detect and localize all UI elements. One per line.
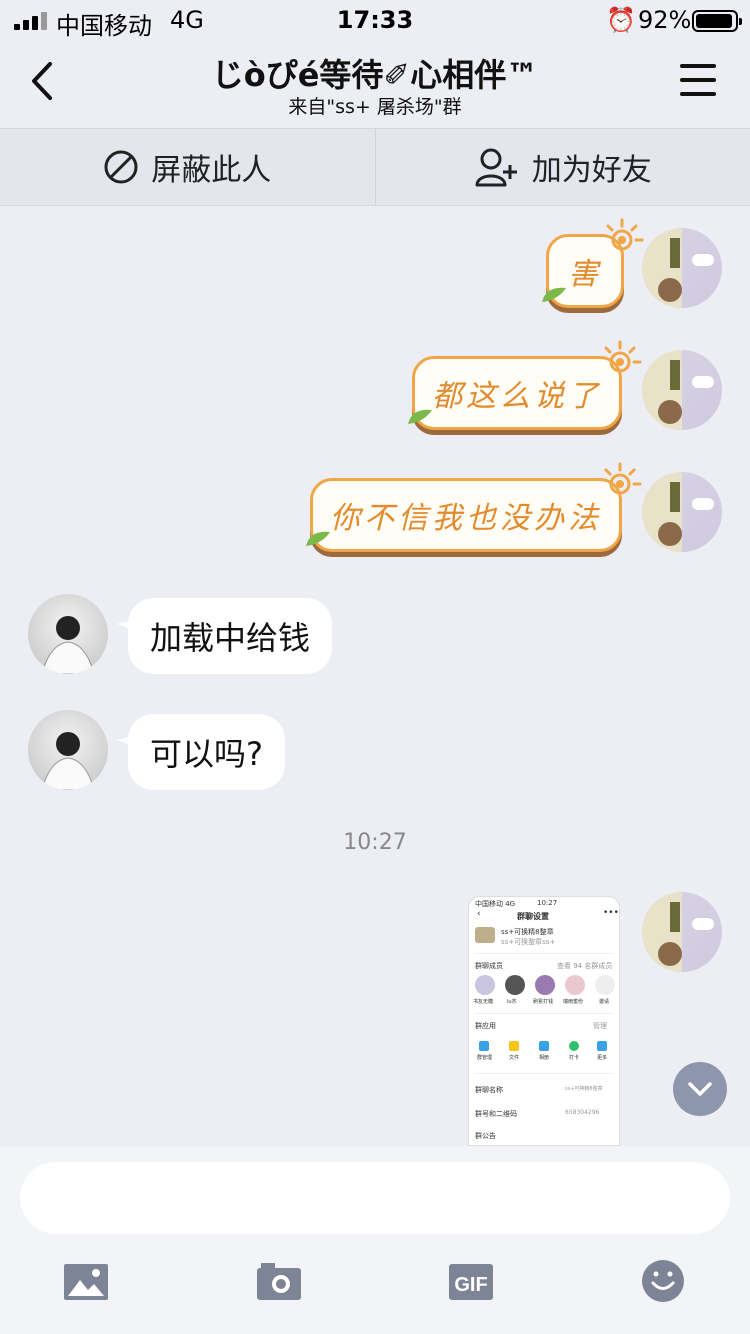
thumb-member-name: 邀请 <box>599 999 610 1005</box>
thumb-members-count: 查看 94 名群成员 <box>557 962 613 970</box>
menu-icon[interactable] <box>680 64 720 100</box>
thumb-app-name: 更多 <box>597 1055 608 1061</box>
scroll-down-button[interactable] <box>673 1062 727 1116</box>
thumb-group-name: ss+可换精8整章 <box>501 928 554 936</box>
message-bubble[interactable]: 你不信我也没办法 <box>310 478 622 552</box>
thumb-member-name: 瑞雨蜜份 <box>563 999 584 1005</box>
chevron-down-icon <box>688 1082 712 1096</box>
add-friend-icon <box>475 148 517 187</box>
avatar[interactable] <box>642 472 722 552</box>
leaf-icon <box>542 287 566 302</box>
thumb-app-name: 打卡 <box>569 1055 580 1061</box>
sun-icon <box>604 340 642 373</box>
status-bar: 中国移动 4G 17:33 ⏰ 92% <box>0 0 750 40</box>
message-bubble[interactable]: 都这么说了 <box>412 356 622 430</box>
thumb-apps-manage: 管理 <box>593 1022 607 1030</box>
thumb-app-name: 群管理 <box>477 1055 493 1061</box>
message-text: 你不信我也没办法 <box>330 501 602 536</box>
message-text: 害 <box>568 257 602 292</box>
input-area: GIF <box>0 1146 750 1334</box>
avatar[interactable] <box>642 350 722 430</box>
page-title: じòぴé等待✐心相伴™ <box>211 56 539 94</box>
alarm-icon: ⏰ <box>606 6 636 34</box>
message-input[interactable] <box>20 1162 730 1234</box>
thumb-name-label: 群聊名称 <box>475 1086 503 1094</box>
avatar[interactable] <box>642 892 722 972</box>
thumb-members-label: 群聊成员 <box>475 962 503 970</box>
add-friend-button[interactable]: 加为好友 <box>376 129 750 205</box>
image-icon[interactable] <box>62 1262 110 1302</box>
thumb-member-name: lu杰 <box>507 999 517 1005</box>
message-text: 可以吗? <box>150 735 263 773</box>
thumb-apps-label: 群应用 <box>475 1022 496 1030</box>
battery-icon <box>692 10 742 32</box>
thumb-more-icon: ••• <box>603 908 619 918</box>
svg-text:GIF: GIF <box>454 1274 487 1296</box>
message-text: 都这么说了 <box>432 379 602 414</box>
thumb-status: 中国移动 4G <box>475 900 516 908</box>
thumb-qr-value: 658304296 <box>565 1109 600 1116</box>
thumb-app-name: 相册 <box>539 1055 550 1061</box>
nav-header: じòぴé等待✐心相伴™ 来自"ss+ 屠杀场"群 <box>0 40 750 128</box>
thumb-app-icon <box>479 1041 489 1051</box>
thumb-app-name: 文件 <box>509 1055 520 1061</box>
avatar[interactable] <box>28 710 108 790</box>
thumb-time: 10:27 <box>537 899 558 907</box>
camera-icon[interactable] <box>255 1262 303 1302</box>
leaf-icon <box>408 409 432 424</box>
timestamp: 10:27 <box>343 830 407 855</box>
thumb-app-icon <box>597 1041 607 1051</box>
thumb-member-name: 刷累打钱 <box>533 999 554 1005</box>
emoji-icon[interactable] <box>640 1258 686 1304</box>
leaf-icon <box>306 531 330 546</box>
thumb-invite-icon <box>595 975 615 995</box>
page-subtitle: 来自"ss+ 屠杀场"群 <box>288 96 462 118</box>
message-text: 加载中给钱 <box>150 619 311 657</box>
thumb-member-name: 书友无糖 <box>473 999 494 1005</box>
thumb-qr-label: 群号和二维码 <box>475 1110 517 1118</box>
chat-area[interactable]: 害 都这么说了 你不信我也没办法 加载中给钱 可以吗? 10:27 中国移动 4… <box>0 206 750 1146</box>
battery-percent: 92% <box>638 6 692 34</box>
message-bubble[interactable]: 加载中给钱 <box>128 598 333 674</box>
thumb-app-icon <box>509 1041 519 1051</box>
thumb-notice-label: 群公告 <box>475 1132 496 1140</box>
gif-icon[interactable]: GIF <box>447 1262 495 1302</box>
avatar[interactable] <box>642 228 722 308</box>
thumb-member-avatar <box>505 975 525 995</box>
add-friend-label: 加为好友 <box>531 153 652 188</box>
sun-icon <box>604 462 642 495</box>
thumb-group-sub: ss+可换整章ss+ <box>501 938 556 946</box>
thumb-app-icon <box>569 1041 579 1051</box>
image-message[interactable]: 中国移动 4G 10:27 群聊设置 ‹ ••• ss+可换精8整章 ss+可换… <box>468 896 620 1146</box>
thumb-member-avatar <box>535 975 555 995</box>
thumb-back-icon: ‹ <box>477 909 481 919</box>
thumb-name-value: ss+可换精8整章 <box>565 1086 603 1092</box>
thumb-member-avatar <box>565 975 585 995</box>
thumb-member-avatar <box>475 975 495 995</box>
block-user-button[interactable]: 屏蔽此人 <box>0 129 375 205</box>
block-label: 屏蔽此人 <box>151 153 272 188</box>
thumb-group-avatar <box>475 927 495 943</box>
block-icon <box>104 150 138 184</box>
thumb-app-icon <box>539 1041 549 1051</box>
action-bar: 屏蔽此人 加为好友 <box>0 128 750 206</box>
avatar[interactable] <box>28 594 108 674</box>
sun-icon <box>606 218 644 251</box>
thumb-title: 群聊设置 <box>517 912 549 921</box>
message-bubble[interactable]: 可以吗? <box>128 714 285 790</box>
